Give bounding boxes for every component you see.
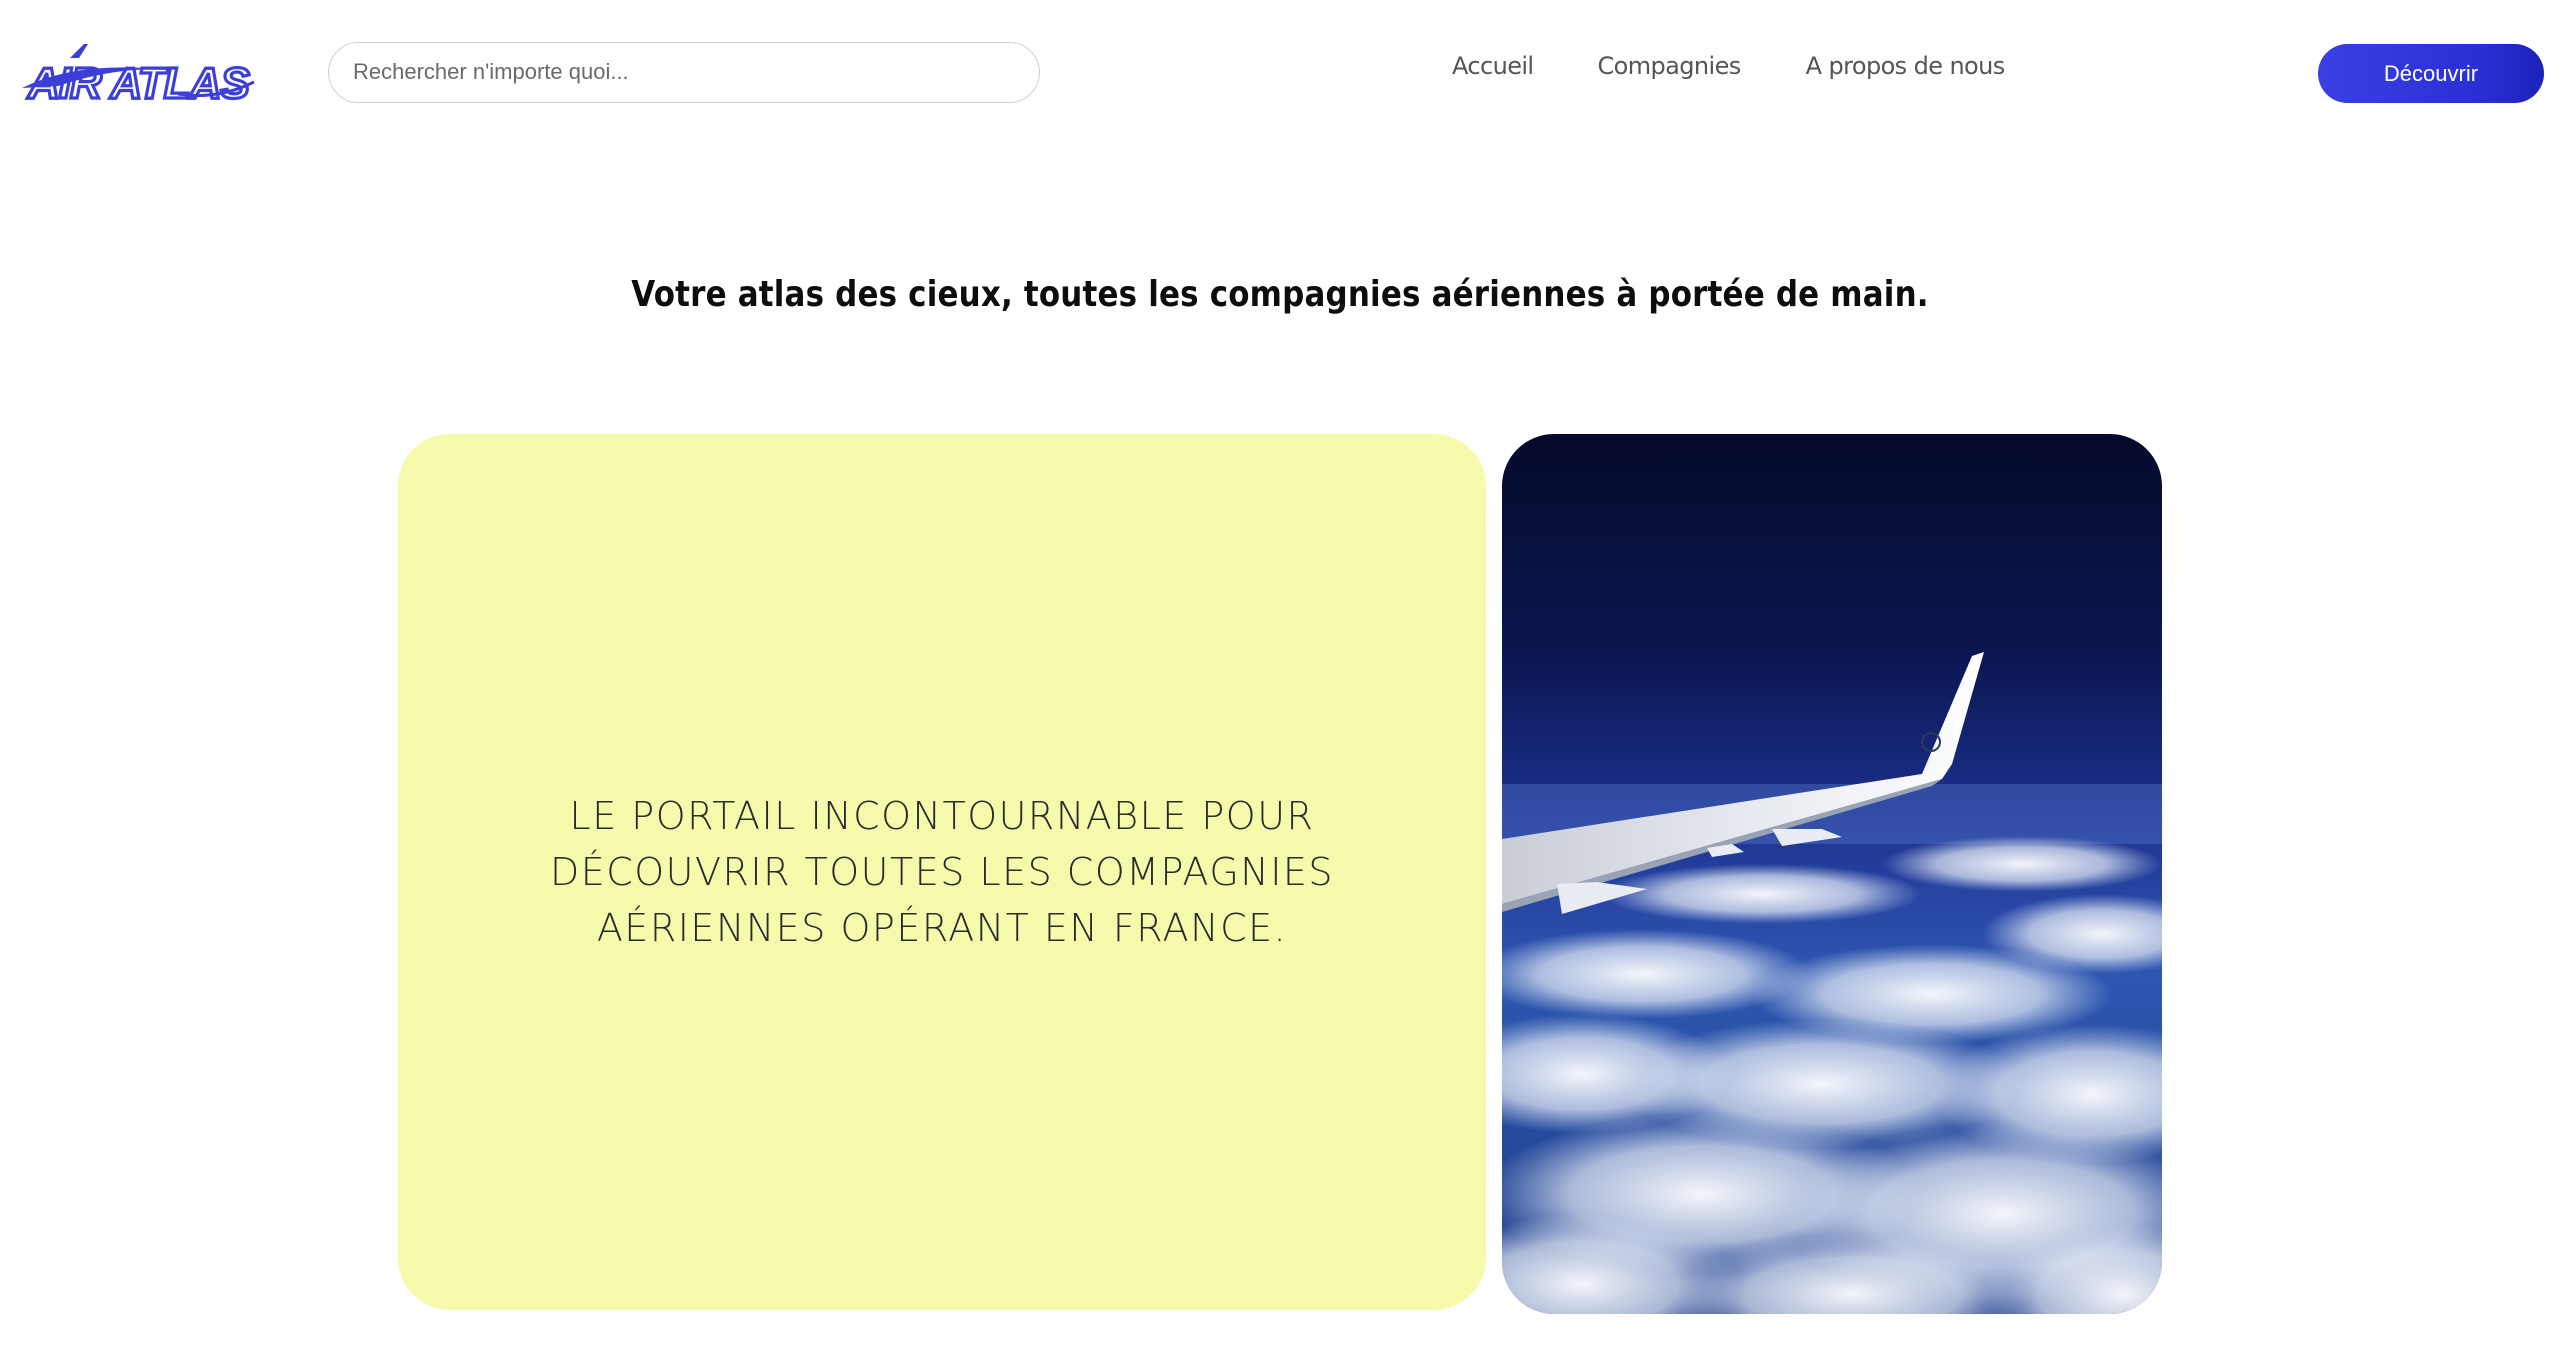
nav-link-a-propos[interactable]: A propos de nous — [1806, 52, 2006, 80]
decouvrir-button[interactable]: Découvrir — [2318, 44, 2544, 103]
main-nav: Accueil Compagnies A propos de nous — [1452, 52, 2005, 80]
svg-text:AIR ATLAS: AIR ATLAS — [27, 59, 249, 108]
air-atlas-logo[interactable]: AIR ATLAS — [18, 40, 263, 110]
hero-text-card: Le portail incontournable pour découvrir… — [398, 434, 1486, 1310]
nav-link-compagnies[interactable]: Compagnies — [1598, 52, 1742, 80]
nav-link-accueil[interactable]: Accueil — [1452, 52, 1534, 80]
hero-tagline: Votre atlas des cieux, toutes les compag… — [631, 274, 1929, 316]
site-header: AIR ATLAS Accueil Compagnies A propos de… — [0, 0, 2560, 146]
hero-image-card — [1502, 434, 2162, 1314]
logo-mark-icon: AIR ATLAS — [22, 44, 255, 110]
search-input[interactable] — [353, 43, 1013, 101]
search-bar[interactable] — [328, 42, 1040, 103]
airplane-wing-image — [1502, 434, 2162, 1314]
hero-card-text: Le portail incontournable pour découvrir… — [549, 794, 1335, 950]
